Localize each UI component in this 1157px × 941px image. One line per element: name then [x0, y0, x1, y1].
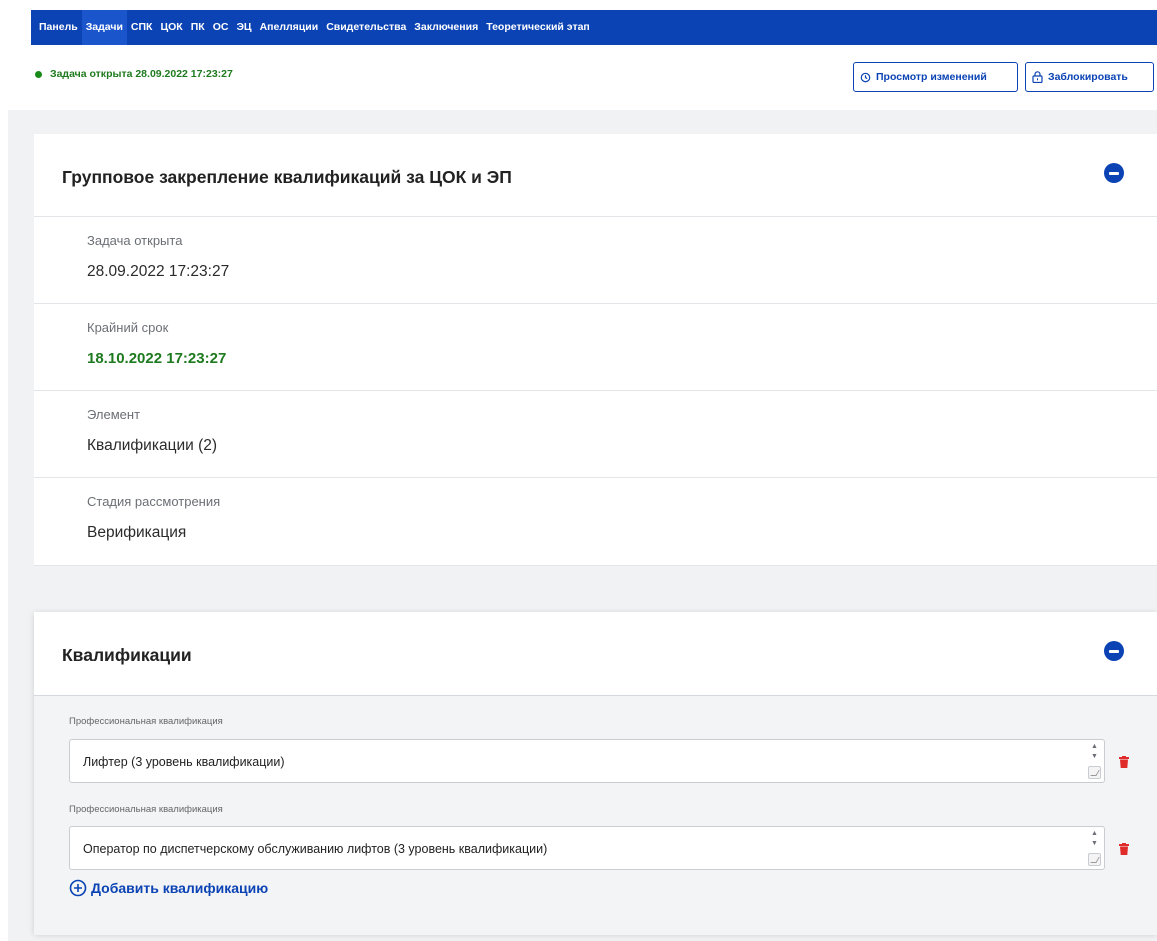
- field-value: Квалификации (2): [87, 437, 218, 454]
- nav-item-pk[interactable]: ПК: [187, 10, 209, 45]
- field-label: Стадия рассмотрения: [87, 494, 221, 509]
- qualifications-list: Профессиональная квалификация Лифтер (3 …: [34, 696, 1157, 935]
- collapse-icon: [1109, 171, 1119, 175]
- top-navigation: Панель Задачи СПК ЦОК ПК ОС ЭЦ Апелляции…: [31, 10, 1157, 45]
- nav-item-appeals[interactable]: Апелляции: [256, 10, 323, 45]
- qualifications-card-title: Квалификации: [62, 645, 192, 665]
- task-status: Задача открыта 28.09.2022 17:23:27: [35, 68, 233, 80]
- view-changes-button[interactable]: Просмотр изменений: [853, 62, 1018, 92]
- nav-item-tasks[interactable]: Задачи: [81, 10, 127, 45]
- status-bar: Задача открыта 28.09.2022 17:23:27 Просм…: [31, 62, 1157, 94]
- qualification-select-1[interactable]: Лифтер (3 уровень квалификации) ▲ ▼: [69, 739, 1105, 783]
- field-label: Элемент: [87, 407, 141, 422]
- nav-item-certificates[interactable]: Свидетельства: [322, 10, 410, 45]
- qualification-value: Оператор по диспетчерскому обслуживанию …: [83, 842, 548, 856]
- nav-item-ets[interactable]: ЭЦ: [232, 10, 255, 45]
- nav-item-conclusions[interactable]: Заключения: [410, 10, 482, 45]
- field-label: Крайний срок: [87, 320, 169, 335]
- field-value: Верификация: [87, 524, 187, 541]
- add-qualification-label: Добавить квалификацию: [91, 880, 269, 896]
- field-value: 28.09.2022 17:23:27: [87, 263, 230, 280]
- status-dot-icon: [35, 70, 42, 78]
- lock-icon: [1032, 71, 1043, 83]
- task-card-header: Групповое закрепление квалификаций за ЦО…: [34, 134, 1157, 217]
- qualification-label: Профессиональная квалификация: [69, 716, 223, 727]
- resize-handle-icon[interactable]: [1088, 853, 1101, 866]
- field-label: Задача открыта: [87, 233, 183, 248]
- nav-item-theory-stage[interactable]: Теоретический этап: [482, 10, 594, 45]
- trash-icon[interactable]: [1119, 756, 1129, 768]
- nav-item-panel[interactable]: Панель: [35, 10, 82, 45]
- field-value: 18.10.2022 17:23:27: [87, 350, 227, 367]
- field-review-stage: Стадия рассмотрения Верификация: [34, 478, 1157, 566]
- lock-label: Заблокировать: [1048, 71, 1128, 83]
- qualifications-card: Квалификации Профессиональная квалификац…: [34, 612, 1157, 935]
- collapse-icon: [1109, 649, 1119, 653]
- add-qualification-button[interactable]: Добавить квалификацию: [69, 879, 268, 897]
- spinner-icon[interactable]: ▲ ▼: [1088, 830, 1101, 848]
- collapse-qualifications-button[interactable]: [1104, 641, 1124, 661]
- nav-item-tsok[interactable]: ЦОК: [156, 10, 186, 45]
- trash-icon[interactable]: [1119, 843, 1129, 855]
- field-deadline: Крайний срок 18.10.2022 17:23:27: [34, 304, 1157, 391]
- history-icon: [860, 72, 871, 82]
- qualifications-card-header: Квалификации: [34, 612, 1157, 696]
- collapse-task-card-button[interactable]: [1104, 163, 1124, 183]
- field-task-opened: Задача открыта 28.09.2022 17:23:27: [34, 217, 1157, 304]
- nav-item-os[interactable]: ОС: [209, 10, 233, 45]
- field-element: Элемент Квалификации (2): [34, 391, 1157, 478]
- qualification-label: Профессиональная квалификация: [69, 804, 223, 815]
- view-changes-label: Просмотр изменений: [876, 71, 987, 83]
- nav-item-spk[interactable]: СПК: [127, 10, 157, 45]
- qualification-select-2[interactable]: Оператор по диспетчерскому обслуживанию …: [69, 826, 1105, 870]
- spinner-icon[interactable]: ▲ ▼: [1088, 743, 1101, 761]
- resize-handle-icon[interactable]: [1088, 766, 1101, 779]
- qualification-value: Лифтер (3 уровень квалификации): [83, 755, 285, 769]
- task-status-text: Задача открыта 28.09.2022 17:23:27: [50, 68, 233, 80]
- task-info-card: Групповое закрепление квалификаций за ЦО…: [34, 134, 1157, 566]
- plus-circle-icon: [69, 879, 87, 897]
- lock-button[interactable]: Заблокировать: [1025, 62, 1154, 92]
- task-card-title: Групповое закрепление квалификаций за ЦО…: [62, 167, 512, 187]
